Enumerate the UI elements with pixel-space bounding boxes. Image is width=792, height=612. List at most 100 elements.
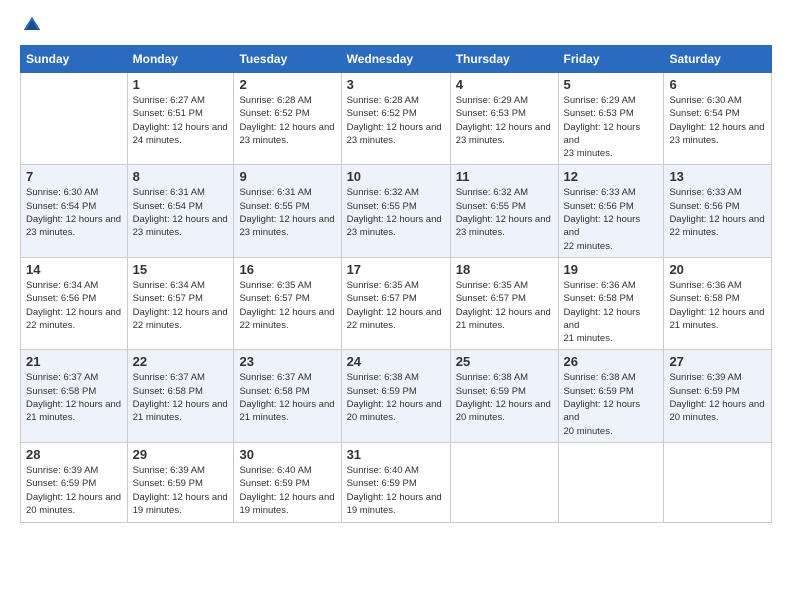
day-number: 4	[456, 77, 553, 92]
day-info: Sunrise: 6:35 AMSunset: 6:57 PMDaylight:…	[239, 279, 335, 332]
calendar-cell: 23 Sunrise: 6:37 AMSunset: 6:58 PMDayligh…	[234, 350, 341, 442]
col-header-thursday: Thursday	[450, 46, 558, 73]
day-number: 14	[26, 262, 122, 277]
week-row-4: 21 Sunrise: 6:37 AMSunset: 6:58 PMDayligh…	[21, 350, 772, 442]
day-number: 5	[564, 77, 659, 92]
calendar-cell: 14 Sunrise: 6:34 AMSunset: 6:56 PMDayligh…	[21, 257, 128, 349]
col-header-sunday: Sunday	[21, 46, 128, 73]
day-number: 1	[133, 77, 229, 92]
logo-icon	[22, 15, 42, 35]
day-number: 20	[669, 262, 766, 277]
day-number: 23	[239, 354, 335, 369]
calendar-cell: 3Sunrise: 6:28 AMSunset: 6:52 PMDaylight…	[341, 73, 450, 165]
calendar-cell: 17 Sunrise: 6:35 AMSunset: 6:57 PMDayligh…	[341, 257, 450, 349]
day-info: Sunrise: 6:28 AMSunset: 6:52 PMDaylight:…	[347, 94, 445, 147]
calendar-cell: 10Sunrise: 6:32 AMSunset: 6:55 PMDayligh…	[341, 165, 450, 257]
calendar-cell: 6 Sunrise: 6:30 AMSunset: 6:54 PMDaylight…	[664, 73, 772, 165]
day-number: 21	[26, 354, 122, 369]
day-info: Sunrise: 6:29 AMSunset: 6:53 PMDaylight:…	[564, 94, 659, 160]
calendar-cell	[664, 442, 772, 522]
calendar-cell: 20 Sunrise: 6:36 AMSunset: 6:58 PMDayligh…	[664, 257, 772, 349]
day-number: 12	[564, 169, 659, 184]
calendar-cell: 2Sunrise: 6:28 AMSunset: 6:52 PMDaylight…	[234, 73, 341, 165]
calendar-cell: 29 Sunrise: 6:39 AMSunset: 6:59 PMDayligh…	[127, 442, 234, 522]
day-number: 28	[26, 447, 122, 462]
calendar-cell: 21 Sunrise: 6:37 AMSunset: 6:58 PMDayligh…	[21, 350, 128, 442]
day-number: 30	[239, 447, 335, 462]
day-info: Sunrise: 6:39 AMSunset: 6:59 PMDaylight:…	[669, 371, 766, 424]
day-info: Sunrise: 6:36 AMSunset: 6:58 PMDaylight:…	[564, 279, 659, 345]
day-number: 17	[347, 262, 445, 277]
calendar-cell: 12 Sunrise: 6:33 AMSunset: 6:56 PMDayligh…	[558, 165, 664, 257]
calendar-cell: 4 Sunrise: 6:29 AMSunset: 6:53 PMDaylight…	[450, 73, 558, 165]
logo-text	[20, 15, 42, 35]
calendar-cell: 15Sunrise: 6:34 AMSunset: 6:57 PMDayligh…	[127, 257, 234, 349]
day-info: Sunrise: 6:31 AMSunset: 6:55 PMDaylight:…	[239, 186, 335, 239]
day-number: 7	[26, 169, 122, 184]
day-info: Sunrise: 6:35 AMSunset: 6:57 PMDaylight:…	[347, 279, 445, 332]
calendar-cell: 11 Sunrise: 6:32 AMSunset: 6:55 PMDayligh…	[450, 165, 558, 257]
day-info: Sunrise: 6:33 AMSunset: 6:56 PMDaylight:…	[669, 186, 766, 239]
day-number: 27	[669, 354, 766, 369]
week-row-1: 1Sunrise: 6:27 AMSunset: 6:51 PMDaylight…	[21, 73, 772, 165]
calendar-cell	[21, 73, 128, 165]
calendar-table: SundayMondayTuesdayWednesdayThursdayFrid…	[20, 45, 772, 523]
day-number: 16	[239, 262, 335, 277]
calendar-cell	[558, 442, 664, 522]
day-info: Sunrise: 6:37 AMSunset: 6:58 PMDaylight:…	[239, 371, 335, 424]
day-info: Sunrise: 6:37 AMSunset: 6:58 PMDaylight:…	[133, 371, 229, 424]
calendar-cell: 7 Sunrise: 6:30 AMSunset: 6:54 PMDaylight…	[21, 165, 128, 257]
calendar-cell: 19 Sunrise: 6:36 AMSunset: 6:58 PMDayligh…	[558, 257, 664, 349]
day-info: Sunrise: 6:34 AMSunset: 6:56 PMDaylight:…	[26, 279, 122, 332]
day-info: Sunrise: 6:30 AMSunset: 6:54 PMDaylight:…	[26, 186, 122, 239]
col-header-saturday: Saturday	[664, 46, 772, 73]
day-info: Sunrise: 6:38 AMSunset: 6:59 PMDaylight:…	[456, 371, 553, 424]
day-info: Sunrise: 6:29 AMSunset: 6:53 PMDaylight:…	[456, 94, 553, 147]
day-info: Sunrise: 6:38 AMSunset: 6:59 PMDaylight:…	[347, 371, 445, 424]
header	[20, 15, 772, 35]
day-number: 15	[133, 262, 229, 277]
day-info: Sunrise: 6:38 AMSunset: 6:59 PMDaylight:…	[564, 371, 659, 437]
calendar-header-row: SundayMondayTuesdayWednesdayThursdayFrid…	[21, 46, 772, 73]
day-number: 10	[347, 169, 445, 184]
day-number: 25	[456, 354, 553, 369]
calendar-cell: 30Sunrise: 6:40 AMSunset: 6:59 PMDayligh…	[234, 442, 341, 522]
day-info: Sunrise: 6:39 AMSunset: 6:59 PMDaylight:…	[26, 464, 122, 517]
calendar-cell: 9 Sunrise: 6:31 AMSunset: 6:55 PMDaylight…	[234, 165, 341, 257]
day-info: Sunrise: 6:33 AMSunset: 6:56 PMDaylight:…	[564, 186, 659, 252]
day-number: 9	[239, 169, 335, 184]
calendar-cell: 8Sunrise: 6:31 AMSunset: 6:54 PMDaylight…	[127, 165, 234, 257]
col-header-wednesday: Wednesday	[341, 46, 450, 73]
logo	[20, 15, 42, 35]
calendar-cell: 1Sunrise: 6:27 AMSunset: 6:51 PMDaylight…	[127, 73, 234, 165]
day-number: 19	[564, 262, 659, 277]
day-number: 31	[347, 447, 445, 462]
week-row-3: 14 Sunrise: 6:34 AMSunset: 6:56 PMDayligh…	[21, 257, 772, 349]
day-info: Sunrise: 6:32 AMSunset: 6:55 PMDaylight:…	[456, 186, 553, 239]
week-row-5: 28 Sunrise: 6:39 AMSunset: 6:59 PMDayligh…	[21, 442, 772, 522]
day-info: Sunrise: 6:39 AMSunset: 6:59 PMDaylight:…	[133, 464, 229, 517]
day-number: 18	[456, 262, 553, 277]
day-number: 13	[669, 169, 766, 184]
day-info: Sunrise: 6:36 AMSunset: 6:58 PMDaylight:…	[669, 279, 766, 332]
day-number: 8	[133, 169, 229, 184]
day-info: Sunrise: 6:37 AMSunset: 6:58 PMDaylight:…	[26, 371, 122, 424]
calendar-cell: 24Sunrise: 6:38 AMSunset: 6:59 PMDayligh…	[341, 350, 450, 442]
col-header-monday: Monday	[127, 46, 234, 73]
col-header-friday: Friday	[558, 46, 664, 73]
calendar-cell	[450, 442, 558, 522]
calendar-cell: 18 Sunrise: 6:35 AMSunset: 6:57 PMDayligh…	[450, 257, 558, 349]
calendar-cell: 26 Sunrise: 6:38 AMSunset: 6:59 PMDayligh…	[558, 350, 664, 442]
calendar-cell: 25 Sunrise: 6:38 AMSunset: 6:59 PMDayligh…	[450, 350, 558, 442]
day-info: Sunrise: 6:40 AMSunset: 6:59 PMDaylight:…	[347, 464, 445, 517]
day-info: Sunrise: 6:30 AMSunset: 6:54 PMDaylight:…	[669, 94, 766, 147]
day-info: Sunrise: 6:28 AMSunset: 6:52 PMDaylight:…	[239, 94, 335, 147]
day-number: 29	[133, 447, 229, 462]
day-info: Sunrise: 6:35 AMSunset: 6:57 PMDaylight:…	[456, 279, 553, 332]
calendar-cell: 28 Sunrise: 6:39 AMSunset: 6:59 PMDayligh…	[21, 442, 128, 522]
calendar-cell: 5 Sunrise: 6:29 AMSunset: 6:53 PMDaylight…	[558, 73, 664, 165]
day-number: 6	[669, 77, 766, 92]
day-number: 26	[564, 354, 659, 369]
col-header-tuesday: Tuesday	[234, 46, 341, 73]
day-number: 11	[456, 169, 553, 184]
